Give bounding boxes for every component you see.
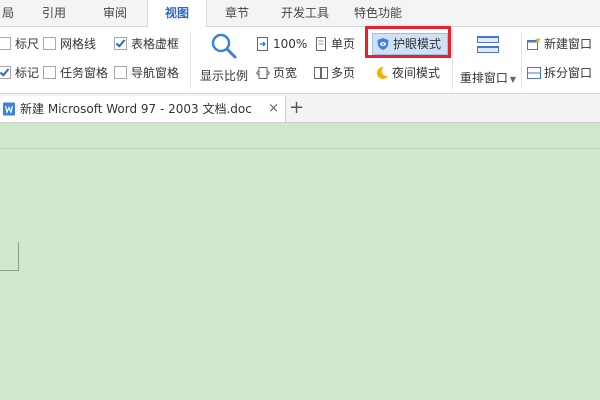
marks-checkbox-box[interactable] [0,66,11,79]
tab-layout[interactable]: 局 [0,0,16,26]
tab-review[interactable]: 审阅 [95,0,135,26]
tab-features[interactable]: 特色功能 [347,0,409,26]
single-page-button[interactable]: 单页 [314,35,355,53]
marks-label: 标记 [15,66,40,80]
document-area[interactable] [0,123,600,400]
rearrange-windows-row: 重排窗口 ▼ [458,69,518,86]
multi-page-label: 多页 [331,66,356,80]
zoom-100-label: 100% [273,37,308,51]
tab-references[interactable]: 引用 [34,0,74,26]
split-window-icon [527,67,541,79]
multi-page-icon [314,67,328,79]
table-gridlines-checkbox[interactable]: 表格虚框 [114,36,179,52]
split-window-label: 拆分窗口 [544,66,593,80]
page-width-button[interactable]: 页宽 [256,64,297,82]
document-tab-bar: 新建 Microsoft Word 97 - 2003 文档.doc × + [0,94,600,123]
ribbon-separator [521,31,522,89]
new-window-icon [527,37,541,50]
nav-pane-checkbox-box[interactable] [114,66,127,79]
ruler-label: 标尺 [15,37,40,51]
document-tab[interactable]: 新建 Microsoft Word 97 - 2003 文档.doc × [0,96,286,122]
document-tab-title: 新建 Microsoft Word 97 - 2003 文档.doc [20,102,252,116]
night-mode-button[interactable]: 夜间模式 [375,64,440,82]
task-pane-checkbox[interactable]: 任务窗格 [43,65,108,81]
gridlines-label: 网格线 [60,37,97,51]
ruler-checkbox[interactable]: 标尺 [0,36,39,52]
magnifier-icon [211,33,237,59]
menu-bar: 局 引用 审阅 视图 章节 开发工具 特色功能 [0,0,600,27]
task-pane-checkbox-box[interactable] [43,66,56,79]
marks-checkbox[interactable]: 标记 [0,65,39,81]
table-gridlines-checkbox-box[interactable] [114,37,127,50]
night-mode-label: 夜间模式 [392,66,441,80]
display-ratio-button[interactable]: 显示比例 [198,31,250,84]
new-window-label: 新建窗口 [544,37,593,51]
zoom-100-button[interactable]: 100% [256,35,307,53]
margin-corner-mark [0,270,18,271]
display-ratio-label: 显示比例 [199,69,248,83]
single-page-label: 单页 [331,37,356,51]
nav-pane-checkbox[interactable]: 导航窗格 [114,65,179,81]
task-pane-label: 任务窗格 [60,66,109,80]
multi-page-button[interactable]: 多页 [314,64,355,82]
split-window-button[interactable]: 拆分窗口 [527,64,592,82]
single-page-icon [316,37,326,51]
page-top-edge [0,148,600,149]
gridlines-checkbox-box[interactable] [43,37,56,50]
ribbon-separator [190,31,191,89]
dropdown-arrow-icon: ▼ [509,75,517,84]
ruler-checkbox-box[interactable] [0,37,11,50]
page-width-label: 页宽 [273,66,298,80]
rearrange-windows-button[interactable]: 重排窗口 ▼ [458,33,518,86]
ribbon-separator [452,31,453,89]
new-tab-icon[interactable]: + [289,94,304,122]
word-doc-icon [3,102,15,116]
eye-care-highlight-box [365,26,451,58]
page-width-icon [256,67,270,79]
nav-pane-label: 导航窗格 [131,66,180,80]
margin-corner-mark [18,242,19,271]
moon-icon [376,66,388,79]
tab-view[interactable]: 视图 [147,0,207,27]
table-gridlines-label: 表格虚框 [131,37,180,51]
rearrange-windows-icon [477,36,499,53]
ribbon-view: 标尺 网格线 表格虚框 标记 任务窗格 导航窗格 显示比例 100% 页宽 单页… [0,27,600,94]
close-tab-icon[interactable]: × [268,96,279,122]
zoom-page-icon [257,37,268,51]
tab-developer[interactable]: 开发工具 [274,0,336,26]
rearrange-windows-label: 重排窗口 [459,71,508,85]
new-window-button[interactable]: 新建窗口 [527,35,592,53]
tab-chapter[interactable]: 章节 [216,0,258,26]
gridlines-checkbox[interactable]: 网格线 [43,36,96,52]
